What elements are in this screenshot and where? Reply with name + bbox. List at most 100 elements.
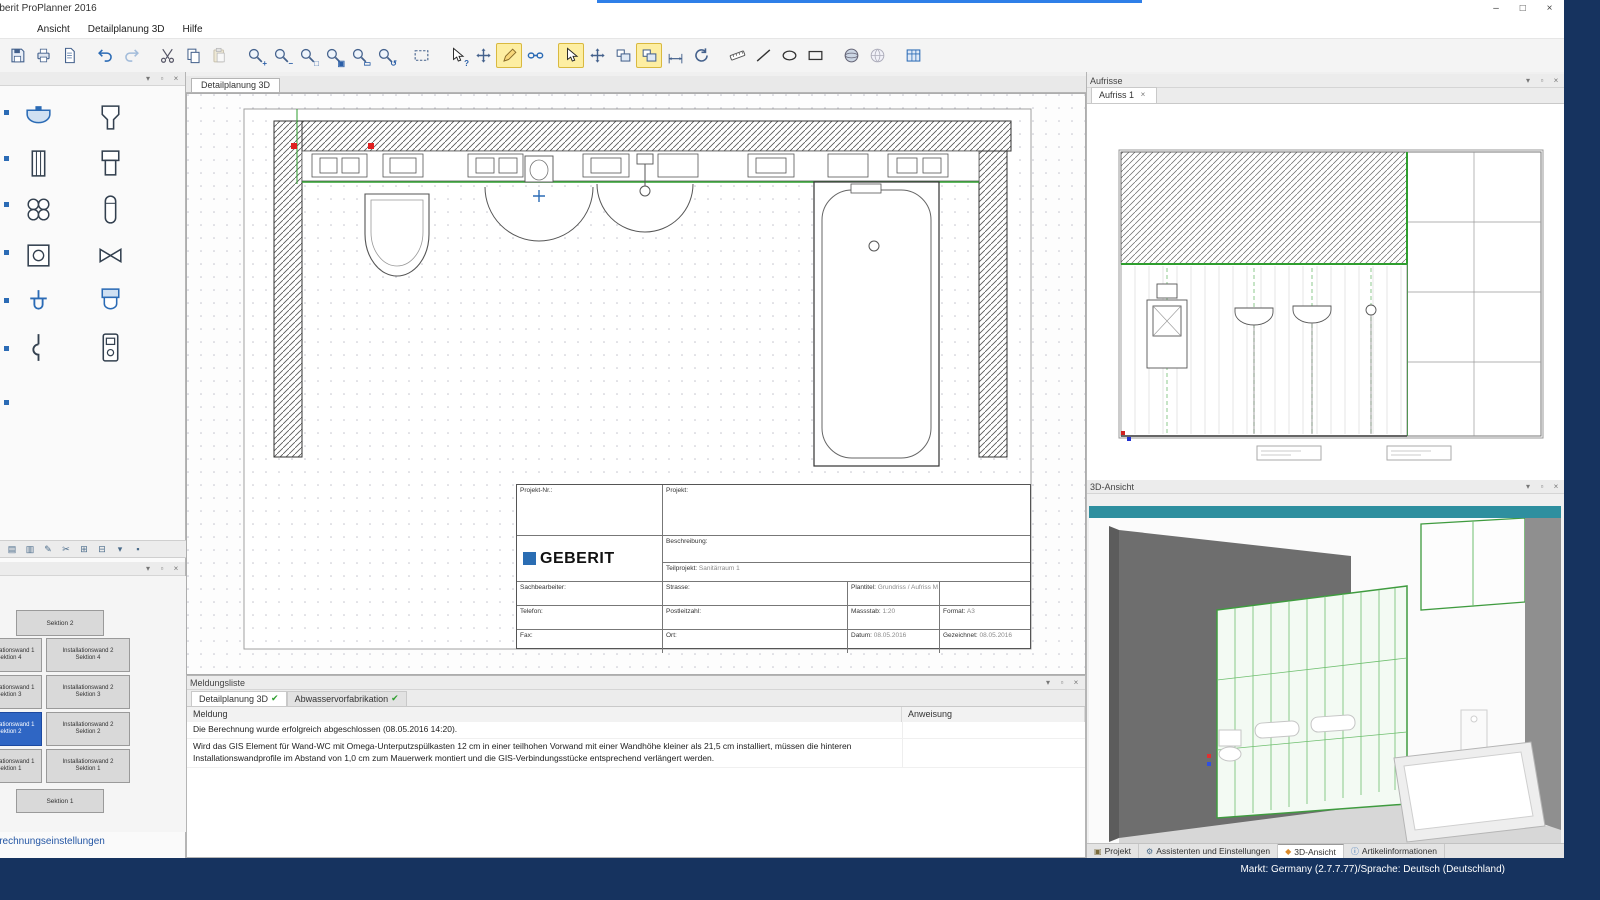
section-cell[interactable]: Installationswand 1 Sektion 4	[0, 638, 42, 672]
msg-tab-detailplanung[interactable]: Detailplanung 3D ✔	[191, 691, 287, 706]
pan-button[interactable]	[470, 43, 496, 68]
section-box-bottom[interactable]: Sektion 1	[16, 789, 104, 813]
tab-3d-ansicht[interactable]: ◆ 3D-Ansicht	[1278, 844, 1344, 858]
globe-view-button[interactable]	[864, 43, 890, 68]
selection-frame-button[interactable]	[408, 43, 434, 68]
msg-tab-abwasser[interactable]: Abwasservorfabrikation ✔	[287, 691, 407, 706]
article-table-button[interactable]	[900, 43, 926, 68]
close-icon[interactable]: ×	[1550, 481, 1562, 493]
close-icon[interactable]: ×	[170, 563, 182, 575]
save-button[interactable]	[4, 43, 30, 68]
section-cell[interactable]: Installationswand 2 Sektion 2	[46, 712, 130, 746]
select-button[interactable]	[558, 43, 584, 68]
ellipse-tool-button[interactable]	[776, 43, 802, 68]
urinal-icon[interactable]	[86, 94, 158, 140]
zoom-out-button[interactable]: −	[268, 43, 294, 68]
line-tool-button[interactable]	[750, 43, 776, 68]
section-cell[interactable]: Installationswand 2 Sektion 1	[46, 749, 130, 783]
sphere-view-button[interactable]	[838, 43, 864, 68]
toolbar-icon	[842, 46, 861, 65]
section-cell[interactable]: Installationswand 2 Sektion 4	[46, 638, 130, 672]
menu-ansicht[interactable]: Ansicht	[28, 22, 79, 37]
zoom-window-button[interactable]: □	[294, 43, 320, 68]
berechnungseinstellungen-link[interactable]: Berechnungseinstellungen	[0, 836, 105, 847]
minimize-button[interactable]: –	[1484, 1, 1508, 17]
close-icon[interactable]: ×	[1137, 89, 1149, 101]
tab-artikelinformationen[interactable]: ⓘ Artikelinformationen	[1344, 844, 1445, 858]
options-tool-button[interactable]: ▪	[129, 542, 147, 556]
pin-icon[interactable]: ▫	[1536, 481, 1548, 493]
view3d-viewport[interactable]	[1089, 518, 1561, 843]
zoom-in-button[interactable]: +	[242, 43, 268, 68]
section-cell[interactable]: Installationswand 1 Sektion 1	[0, 749, 42, 783]
tab-aufriss-1[interactable]: Aufriss 1 ×	[1091, 87, 1157, 103]
elevation-view[interactable]	[1087, 104, 1565, 480]
collapse-icon[interactable]: ▾	[1522, 75, 1534, 87]
message-row[interactable]: Die Berechnung wurde erfolgreich abgesch…	[187, 722, 1085, 739]
section-cell[interactable]: Installationswand 1 Sektion 3	[0, 675, 42, 709]
close-icon[interactable]: ×	[170, 73, 182, 85]
collapse-icon[interactable]: ▾	[1522, 481, 1534, 493]
rotate-button[interactable]	[688, 43, 714, 68]
wc-element-icon[interactable]	[86, 278, 158, 324]
collapse-icon[interactable]: ▾	[1042, 677, 1054, 689]
cut-tool-button[interactable]: ✂	[57, 542, 75, 556]
add-tool-button[interactable]: ⊞	[75, 542, 93, 556]
tab-detailplanung-3d[interactable]: Detailplanung 3D	[191, 78, 280, 92]
redo-button[interactable]	[118, 43, 144, 68]
rectangle-tool-button[interactable]	[802, 43, 828, 68]
module-icon[interactable]	[86, 324, 158, 370]
pin-icon[interactable]: ▫	[1056, 677, 1068, 689]
tab-projekt[interactable]: ▣ Projekt	[1087, 844, 1139, 858]
connect-button[interactable]	[522, 43, 548, 68]
copy-button[interactable]	[180, 43, 206, 68]
highlight-button[interactable]	[496, 43, 522, 68]
trap-icon[interactable]	[14, 324, 86, 370]
pin-icon[interactable]: ▫	[1536, 75, 1548, 87]
window-arrange-button[interactable]	[610, 43, 636, 68]
wall-align-button[interactable]	[636, 43, 662, 68]
shower-tray-icon[interactable]	[14, 232, 86, 278]
radiator-icon[interactable]	[14, 140, 86, 186]
pin-icon[interactable]: ▫	[156, 73, 168, 85]
cistern-icon[interactable]	[86, 140, 158, 186]
close-icon[interactable]: ×	[1550, 75, 1562, 87]
valve-icon[interactable]	[86, 232, 158, 278]
message-row[interactable]: Wird das GIS Element für Wand-WC mit Ome…	[187, 739, 1085, 768]
zoom-previous-button[interactable]: ↺	[372, 43, 398, 68]
remove-tool-button[interactable]: ⊟	[93, 542, 111, 556]
undo-button[interactable]	[92, 43, 118, 68]
expand-tool-button[interactable]: ▾	[111, 542, 129, 556]
dimension-button[interactable]	[662, 43, 688, 68]
section-cell[interactable]: Installationswand 1 Sektion 2	[0, 712, 42, 746]
titleblock-project-no: Projekt-Nr.:	[517, 485, 662, 535]
info-select-button[interactable]: ?	[444, 43, 470, 68]
cut-button[interactable]	[154, 43, 180, 68]
tap-icon[interactable]	[14, 278, 86, 324]
close-icon[interactable]: ×	[1070, 677, 1082, 689]
layer-tool-button[interactable]: ▤	[3, 542, 21, 556]
print-button[interactable]	[30, 43, 56, 68]
menu-hilfe[interactable]: Hilfe	[174, 22, 212, 37]
zoom-sheet-button[interactable]: ▭	[346, 43, 372, 68]
fan-coil-icon[interactable]	[14, 186, 86, 232]
report-button[interactable]	[56, 43, 82, 68]
edit-tool-button[interactable]: ✎	[39, 542, 57, 556]
close-button[interactable]: ×	[1538, 1, 1562, 17]
pin-icon[interactable]: ▫	[156, 563, 168, 575]
section-cell[interactable]: Installationswand 2 Sektion 3	[46, 675, 130, 709]
zoom-all-button[interactable]: ▣	[320, 43, 346, 68]
list-tool-button[interactable]: ▥	[21, 542, 39, 556]
collapse-icon[interactable]: ▾	[142, 73, 154, 85]
ruler-button[interactable]	[724, 43, 750, 68]
section-box-top[interactable]: Sektion 2	[16, 610, 104, 636]
maximize-button[interactable]: □	[1511, 1, 1535, 17]
move-element-button[interactable]	[584, 43, 610, 68]
collapse-icon[interactable]: ▾	[142, 563, 154, 575]
menu-detailplanung-3d[interactable]: Detailplanung 3D	[79, 22, 174, 37]
tab-assistenten[interactable]: ⚙ Assistenten und Einstellungen	[1139, 844, 1278, 858]
boiler-icon[interactable]	[86, 186, 158, 232]
paste-button[interactable]	[206, 43, 232, 68]
drawing-canvas[interactable]: Projekt-Nr.: Projekt: GEBERIT Beschreibu…	[186, 93, 1086, 675]
washbasin-icon[interactable]	[14, 94, 86, 140]
